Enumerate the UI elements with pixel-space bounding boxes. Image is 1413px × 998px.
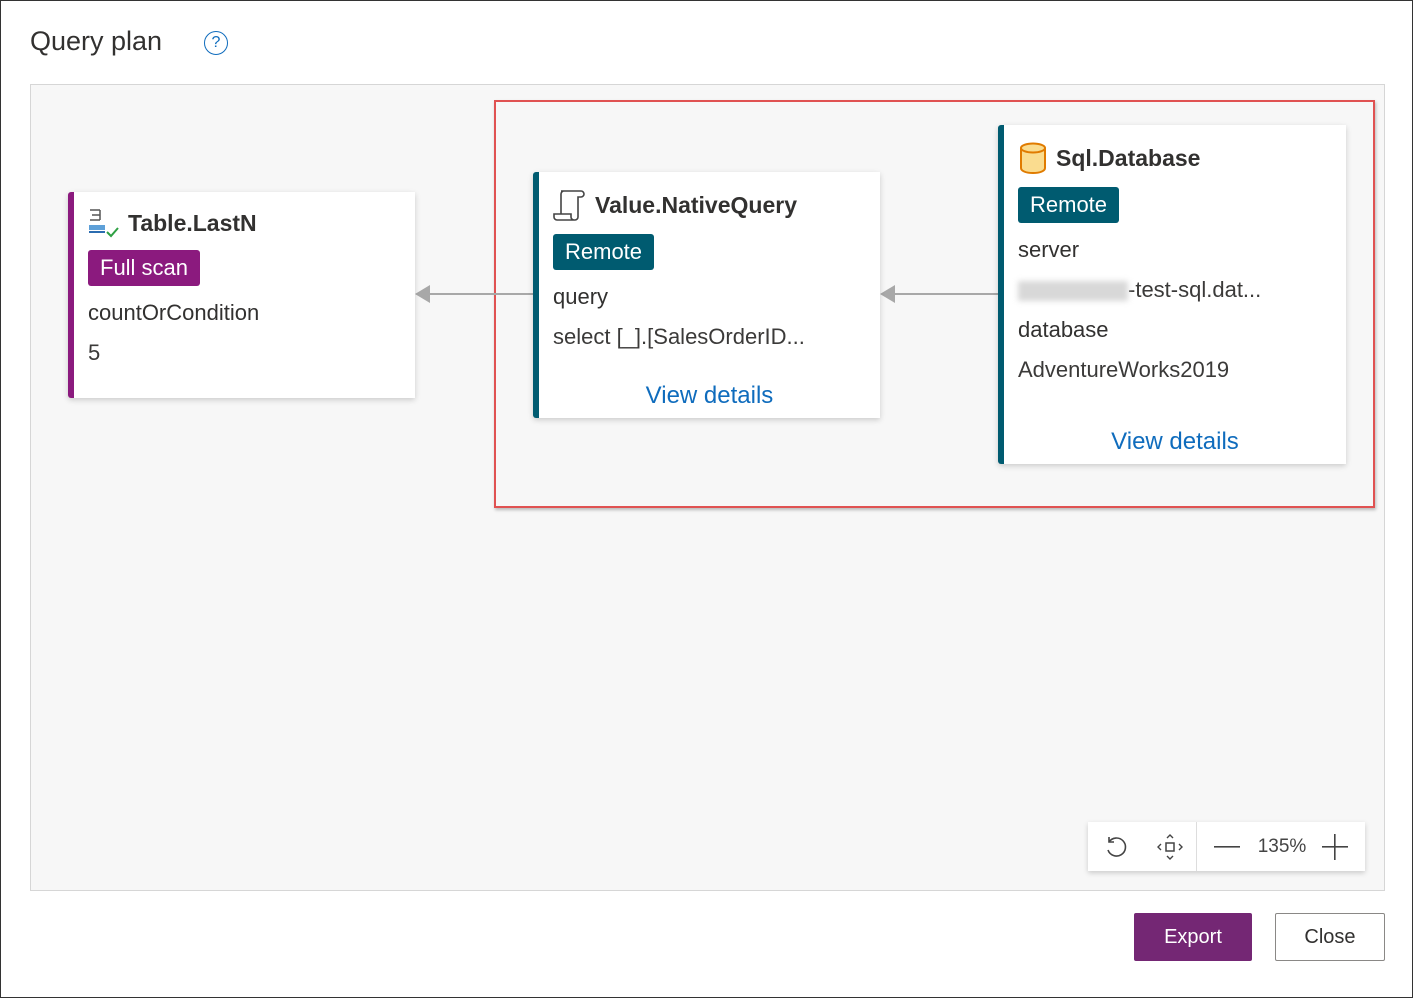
server-label: server bbox=[1018, 237, 1080, 262]
script-icon bbox=[553, 190, 585, 221]
param-label: query bbox=[553, 284, 609, 309]
database-value: AdventureWorks2019 bbox=[1018, 357, 1230, 382]
zoom-out-icon[interactable] bbox=[1197, 845, 1257, 849]
zoom-level: 135% bbox=[1257, 835, 1307, 857]
table-check-icon bbox=[89, 209, 119, 238]
close-button[interactable]: Close bbox=[1275, 913, 1385, 961]
database-icon bbox=[1020, 142, 1046, 175]
server-value: -test-sql.dat... bbox=[1128, 277, 1262, 302]
param-value: 5 bbox=[88, 340, 101, 365]
export-button[interactable]: Export bbox=[1134, 913, 1252, 961]
view-details-link[interactable]: View details bbox=[539, 382, 880, 410]
node-title: Value.NativeQuery bbox=[595, 191, 797, 218]
database-label: database bbox=[1018, 317, 1109, 342]
zoom-toolbar: 135% bbox=[1088, 822, 1365, 871]
help-icon[interactable]: ? bbox=[204, 31, 228, 55]
arrow-head-icon bbox=[880, 285, 895, 303]
view-details-link[interactable]: View details bbox=[1004, 428, 1346, 456]
connector-line bbox=[430, 293, 533, 295]
connector-line bbox=[895, 293, 998, 295]
remote-badge: Remote bbox=[1018, 187, 1120, 223]
param-label: countOrCondition bbox=[88, 300, 260, 325]
arrow-head-icon bbox=[415, 285, 430, 303]
node-title: Table.LastN bbox=[128, 209, 257, 236]
blurred-redaction bbox=[1018, 281, 1128, 302]
dialog-title: Query plan bbox=[30, 26, 163, 56]
remote-badge: Remote bbox=[553, 234, 655, 270]
param-value: select [_].[SalesOrderID... bbox=[553, 324, 805, 349]
node-sql-database[interactable]: Sql.Database Remote server -test-sql.dat… bbox=[998, 125, 1346, 464]
node-title: Sql.Database bbox=[1056, 144, 1201, 171]
node-value-nativequery[interactable]: Value.NativeQuery Remote query select [_… bbox=[533, 172, 880, 418]
zoom-in-icon[interactable] bbox=[1307, 833, 1363, 860]
fit-to-view-icon[interactable] bbox=[1144, 833, 1196, 860]
node-table-lastn[interactable]: Table.LastN Full scan countOrCondition 5 bbox=[68, 192, 415, 398]
reset-icon[interactable] bbox=[1088, 834, 1144, 860]
full-scan-badge: Full scan bbox=[88, 250, 201, 286]
